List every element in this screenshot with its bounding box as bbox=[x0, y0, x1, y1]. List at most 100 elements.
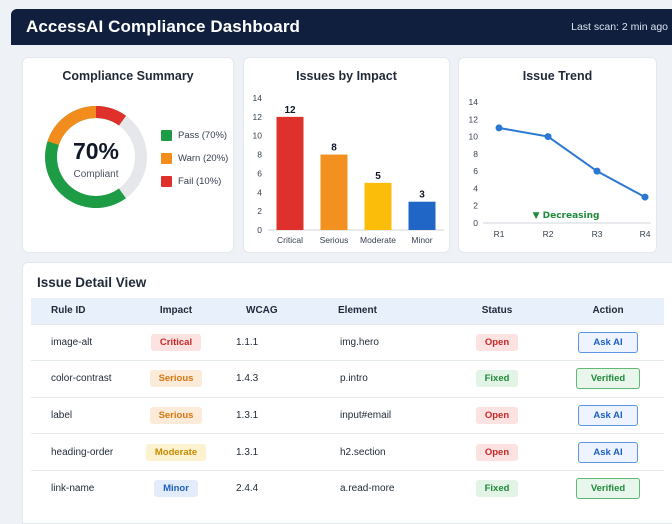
cell-wcag: 1.3.1 bbox=[226, 433, 318, 471]
legend-label-fail: Fail (10%) bbox=[178, 176, 222, 187]
table-row[interactable]: link-name Minor 2.4.4 a.read-more Fixed Verif… bbox=[31, 469, 664, 507]
cell-status: Open bbox=[442, 396, 552, 434]
legend-item-warn: Warn (20%) bbox=[161, 153, 228, 164]
x-tick-label: R1 bbox=[494, 229, 505, 239]
table-row[interactable]: heading-order Moderate 1.3.1 h2.section Open… bbox=[31, 433, 664, 471]
cell-rule-id: heading-order bbox=[31, 433, 126, 471]
cell-action: Ask AI bbox=[552, 323, 664, 361]
cell-status: Open bbox=[442, 323, 552, 361]
issue-detail-title: Issue Detail View bbox=[37, 275, 147, 290]
cell-rule-id: link-name bbox=[31, 469, 126, 507]
compliance-caption: Compliant bbox=[73, 169, 119, 180]
x-tick-label: R2 bbox=[543, 229, 554, 239]
col-rule-id: Rule ID bbox=[51, 305, 86, 317]
cell-impact: Moderate bbox=[126, 433, 226, 471]
y-tick-label: 14 bbox=[469, 97, 479, 107]
bar-minor bbox=[408, 201, 436, 230]
y-tick-label: 10 bbox=[253, 131, 263, 141]
cell-impact: Critical bbox=[126, 323, 226, 361]
status-badge: Open bbox=[475, 443, 519, 461]
x-tick-label: R4 bbox=[640, 229, 651, 239]
bar-critical bbox=[276, 116, 304, 230]
cell-rule-id: image-alt bbox=[31, 323, 126, 361]
legend-item-pass: Pass (70%) bbox=[161, 130, 228, 141]
bar-value-label: 3 bbox=[419, 190, 425, 201]
verified-button[interactable]: Verified bbox=[575, 368, 641, 390]
legend-swatch-pass bbox=[161, 130, 172, 141]
status-badge: Fixed bbox=[475, 480, 519, 498]
y-tick-label: 6 bbox=[257, 168, 262, 178]
last-scan-status: Last scan: 2 min ago bbox=[571, 21, 668, 33]
compliance-summary-title: Compliance Summary bbox=[62, 69, 194, 83]
ask-ai-button[interactable]: Ask AI bbox=[578, 404, 638, 426]
impact-badge: Minor bbox=[154, 480, 198, 498]
table-row[interactable]: label Serious 1.3.1 input#email Open Ask AI bbox=[31, 396, 664, 434]
cell-impact: Minor bbox=[126, 469, 226, 507]
trend-line bbox=[498, 126, 646, 198]
donut-center: 70% Compliant bbox=[41, 138, 151, 180]
legend-label-pass: Pass (70%) bbox=[178, 130, 228, 141]
ask-ai-button[interactable]: Ask AI bbox=[578, 441, 638, 463]
y-tick-label: 2 bbox=[473, 201, 478, 211]
status-badge: Fixed bbox=[475, 370, 519, 388]
cell-rule-id: color-contrast bbox=[31, 360, 126, 398]
verified-button[interactable]: Verified bbox=[575, 478, 641, 500]
trend-point-r3 bbox=[593, 167, 601, 175]
y-tick-label: 8 bbox=[473, 149, 478, 159]
cell-element: a.read-more bbox=[318, 469, 442, 507]
issues-by-impact-chart: 0 2 4 6 8 10 12 14 12 Critical 8 Serious 5 Moderate 3 M… bbox=[253, 93, 444, 245]
trend-point-r4 bbox=[641, 193, 649, 201]
x-tick-label: Minor bbox=[411, 235, 432, 245]
x-tick-label: R3 bbox=[592, 229, 603, 239]
col-wcag: WCAG bbox=[246, 305, 278, 317]
legend-label-warn: Warn (20%) bbox=[178, 153, 229, 164]
col-impact: Impact bbox=[159, 305, 193, 317]
bar-value-label: 8 bbox=[331, 143, 337, 154]
cell-impact: Serious bbox=[126, 360, 226, 398]
issues-by-impact-title: Issues by Impact bbox=[296, 69, 397, 83]
ask-ai-button[interactable]: Ask AI bbox=[578, 331, 638, 353]
table-row[interactable]: color-contrast Serious 1.4.3 p.intro Fixed Ve… bbox=[31, 360, 664, 398]
cell-element: h2.section bbox=[318, 433, 442, 471]
cell-wcag: 1.3.1 bbox=[226, 396, 318, 434]
cell-impact: Serious bbox=[126, 396, 226, 434]
bar-value-label: 5 bbox=[375, 171, 381, 182]
col-status: Status bbox=[481, 305, 513, 317]
legend-swatch-warn bbox=[161, 153, 172, 164]
impact-badge: Serious bbox=[149, 406, 203, 424]
bar-moderate bbox=[364, 182, 392, 230]
cell-status: Fixed bbox=[442, 360, 552, 398]
y-tick-label: 0 bbox=[473, 218, 478, 228]
compliance-summary-card: Compliance Summary 70% Compliant Pass (7… bbox=[22, 57, 234, 253]
table-row[interactable]: image-alt Critical 1.1.1 img.hero Open Ask AI bbox=[31, 323, 664, 361]
x-tick-label: Serious bbox=[320, 235, 349, 245]
y-tick-label: 12 bbox=[469, 114, 479, 124]
y-tick-label: 10 bbox=[469, 132, 479, 142]
y-tick-label: 12 bbox=[253, 112, 263, 122]
impact-badge: Serious bbox=[149, 370, 203, 388]
y-tick-label: 6 bbox=[473, 166, 478, 176]
compliance-percent: 70% bbox=[72, 138, 120, 164]
app-title: AccessAI Compliance Dashboard bbox=[26, 17, 301, 36]
y-tick-label: 4 bbox=[473, 183, 478, 193]
cell-rule-id: label bbox=[31, 396, 126, 434]
bar-serious bbox=[320, 154, 348, 230]
col-action: Action bbox=[592, 305, 624, 317]
x-tick-label: Moderate bbox=[360, 235, 396, 245]
cell-wcag: 1.1.1 bbox=[226, 323, 318, 361]
impact-badge: Moderate bbox=[145, 443, 207, 461]
x-tick-label: Critical bbox=[277, 235, 303, 245]
y-tick-label: 2 bbox=[257, 206, 262, 216]
cell-status: Open bbox=[442, 433, 552, 471]
cell-action: Verified bbox=[552, 360, 664, 398]
legend-item-fail: Fail (10%) bbox=[161, 176, 228, 187]
cell-element: p.intro bbox=[318, 360, 442, 398]
trend-point-r1 bbox=[495, 124, 503, 132]
y-tick-label: 8 bbox=[257, 150, 262, 160]
cell-wcag: 1.4.3 bbox=[226, 360, 318, 398]
cell-action: Ask AI bbox=[552, 433, 664, 471]
issue-detail-card: Issue Detail View Rule ID Impact WCAG El… bbox=[22, 262, 672, 524]
issue-table: Rule ID Impact WCAG Element Status Actio… bbox=[31, 298, 664, 507]
legend-swatch-fail bbox=[161, 176, 172, 187]
cell-action: Verified bbox=[552, 469, 664, 507]
